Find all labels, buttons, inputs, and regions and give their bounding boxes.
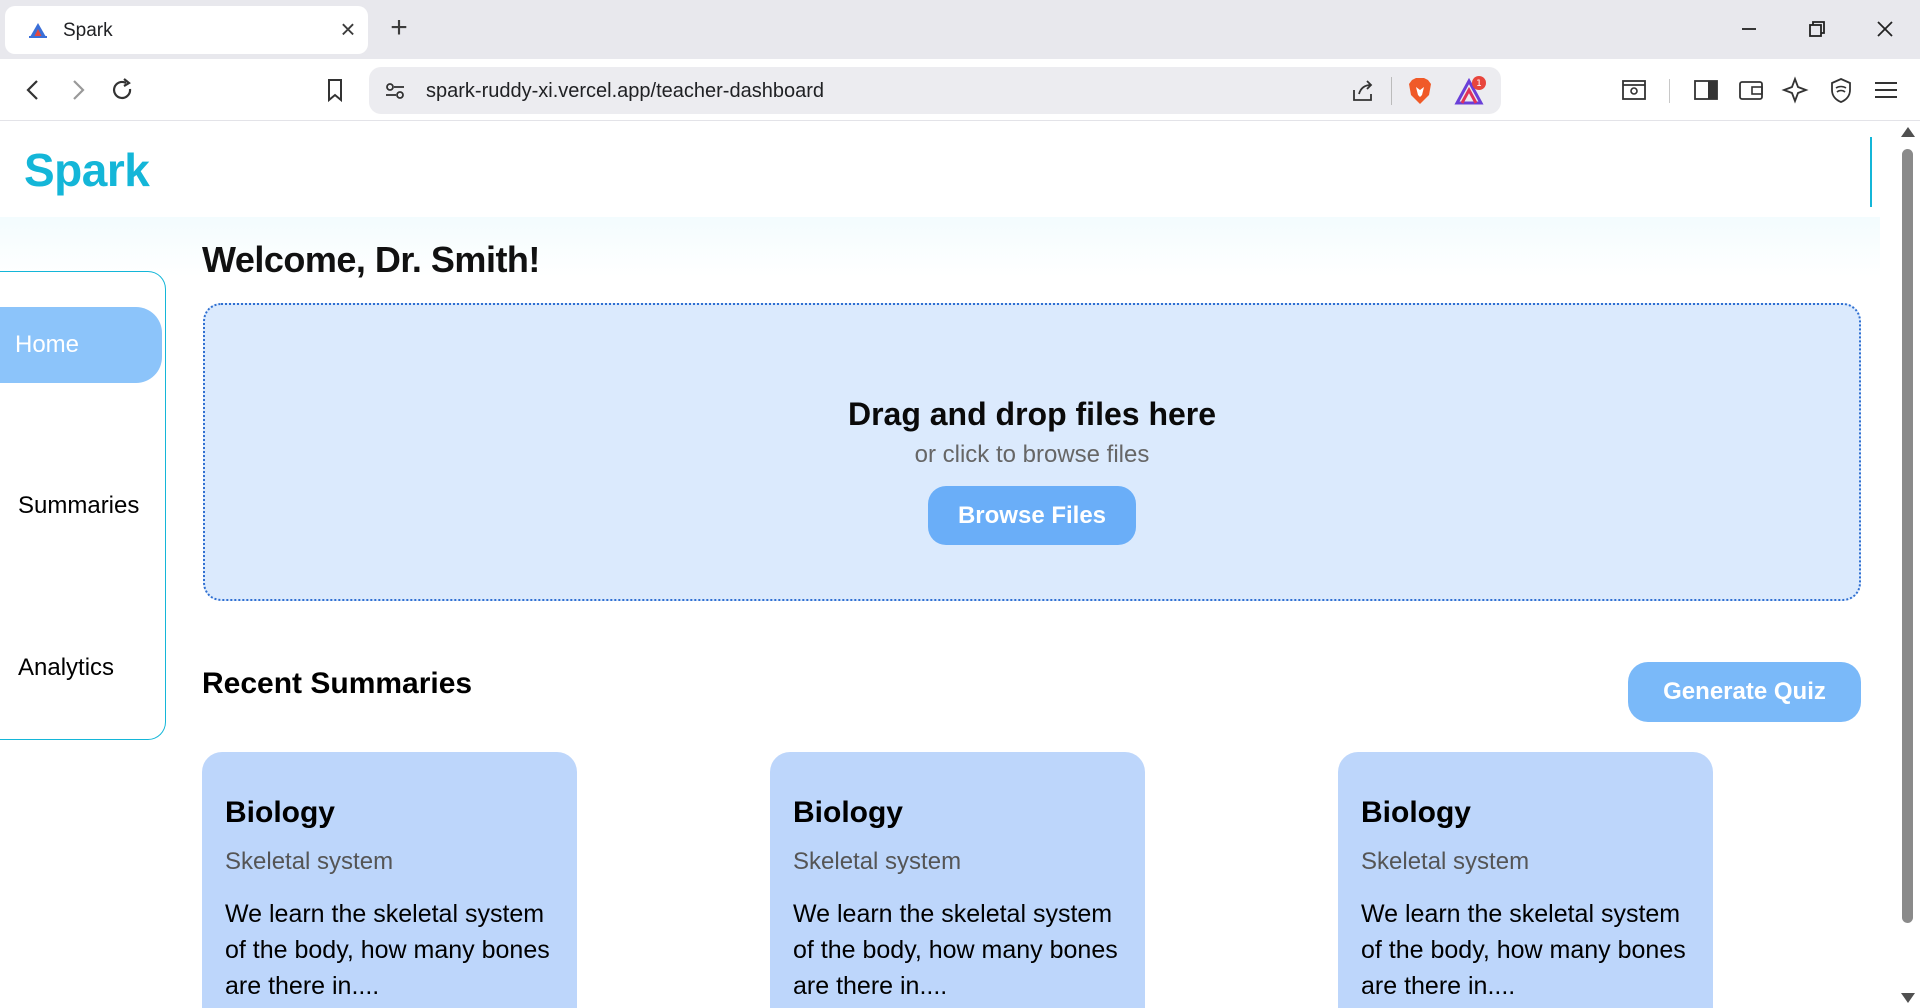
vpn-icon[interactable] <box>1826 75 1856 105</box>
card-title: Biology <box>225 796 335 829</box>
summary-card[interactable]: Biology Skeletal system We learn the ske… <box>202 752 577 1008</box>
brave-shield-icon[interactable] <box>1405 75 1435 107</box>
url-text[interactable]: spark-ruddy-xi.vercel.app/teacher-dashbo… <box>426 80 824 103</box>
browser-toolbar: spark-ruddy-xi.vercel.app/teacher-dashbo… <box>0 59 1920 121</box>
restore-icon[interactable] <box>1802 14 1832 44</box>
sidebar-item-analytics[interactable]: Analytics <box>0 630 162 706</box>
wallet-icon[interactable] <box>1736 75 1766 105</box>
card-subtitle: Skeletal system <box>1361 848 1530 875</box>
rewards-badge-count: 1 <box>1476 79 1482 89</box>
tab-title: Spark <box>63 20 113 41</box>
toolbar-divider <box>1669 79 1670 103</box>
address-bar[interactable]: spark-ruddy-xi.vercel.app/teacher-dashbo… <box>369 67 1501 114</box>
summary-card[interactable]: Biology Skeletal system We learn the ske… <box>770 752 1145 1008</box>
back-icon[interactable] <box>19 75 49 105</box>
dropzone-title: Drag and drop files here <box>847 396 1217 432</box>
scroll-up-icon[interactable] <box>1901 127 1915 137</box>
card-title: Biology <box>793 796 903 829</box>
rewards-icon[interactable]: 1 <box>1453 75 1487 107</box>
tab-strip: Spark × + <box>0 0 1920 59</box>
sidebar-nav: Home Summaries Analytics <box>0 271 166 740</box>
scroll-down-icon[interactable] <box>1901 993 1915 1003</box>
reload-icon[interactable] <box>107 75 137 105</box>
page-scrollbar[interactable] <box>1900 121 1920 1008</box>
leo-ai-icon[interactable] <box>1781 75 1811 105</box>
new-tab-icon[interactable]: + <box>384 13 414 44</box>
sidebar-item-summaries[interactable]: Summaries <box>0 468 162 544</box>
dropzone-subtitle: or click to browse files <box>914 441 1150 468</box>
card-subtitle: Skeletal system <box>793 848 962 875</box>
site-settings-icon[interactable] <box>383 79 407 103</box>
recent-summaries-heading: Recent Summaries <box>202 667 473 700</box>
close-window-icon[interactable] <box>1870 14 1900 44</box>
browser-tab[interactable]: Spark × <box>5 6 368 54</box>
sidebar-icon[interactable] <box>1691 75 1721 105</box>
bookmark-icon[interactable] <box>320 75 350 105</box>
share-icon[interactable] <box>1349 77 1377 105</box>
file-dropzone[interactable]: Drag and drop files here or click to bro… <box>203 303 1861 601</box>
app-logo[interactable]: Spark <box>24 143 150 197</box>
browse-files-button[interactable]: Browse Files <box>928 486 1136 545</box>
page-title: Welcome, Dr. Smith! <box>202 239 540 280</box>
reader-mode-icon[interactable] <box>1619 75 1649 105</box>
forward-icon[interactable] <box>62 75 92 105</box>
omnibox-divider <box>1391 77 1392 105</box>
close-tab-icon[interactable]: × <box>335 16 361 42</box>
card-body: We learn the skeletal system of the body… <box>1361 900 1686 1000</box>
header-accent-line <box>1870 137 1872 207</box>
summary-card[interactable]: Biology Skeletal system We learn the ske… <box>1338 752 1713 1008</box>
card-body: We learn the skeletal system of the body… <box>793 900 1118 1000</box>
spark-favicon-icon <box>29 23 47 38</box>
sidebar-item-home[interactable]: Home <box>0 307 162 383</box>
card-title: Biology <box>1361 796 1471 829</box>
card-body: We learn the skeletal system of the body… <box>225 900 550 1000</box>
page-content: Spark Home Summaries Analytics Welcome, … <box>0 121 1920 1008</box>
card-subtitle: Skeletal system <box>225 848 394 875</box>
generate-quiz-button[interactable]: Generate Quiz <box>1628 662 1861 722</box>
scrollbar-thumb[interactable] <box>1902 149 1913 923</box>
minimize-icon[interactable] <box>1734 14 1764 44</box>
menu-icon[interactable] <box>1871 75 1901 105</box>
